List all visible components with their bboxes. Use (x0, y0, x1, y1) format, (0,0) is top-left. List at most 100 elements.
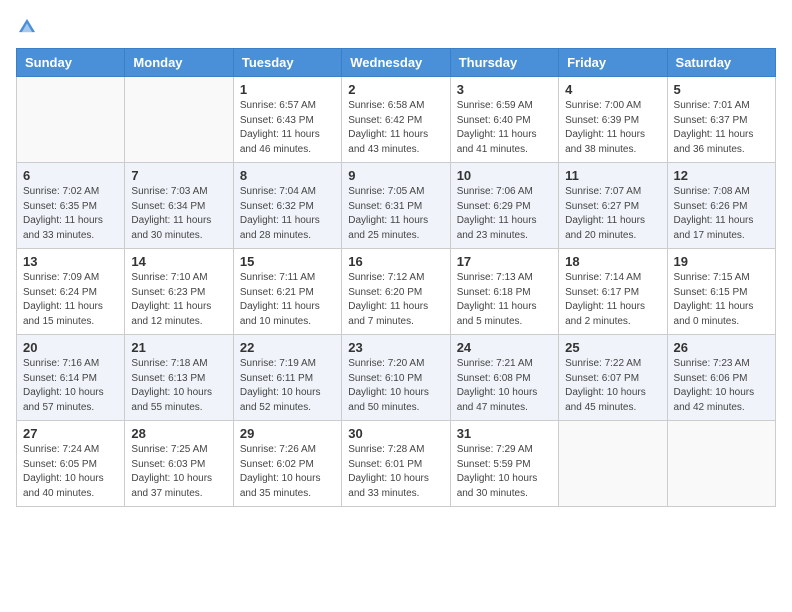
calendar-day (125, 77, 233, 163)
calendar-day: 30 Sunrise: 7:28 AM Sunset: 6:01 PM Dayli… (342, 421, 450, 507)
calendar-day: 16 Sunrise: 7:12 AM Sunset: 6:20 PM Dayli… (342, 249, 450, 335)
calendar-day: 31 Sunrise: 7:29 AM Sunset: 5:59 PM Dayli… (450, 421, 558, 507)
day-info: Sunrise: 7:14 AM Sunset: 6:17 PM Dayligh… (565, 271, 660, 329)
day-number: 10 (457, 168, 552, 183)
calendar-day: 7 Sunrise: 7:03 AM Sunset: 6:34 PM Daylig… (125, 163, 233, 249)
calendar-day: 8 Sunrise: 7:04 AM Sunset: 6:32 PM Daylig… (233, 163, 341, 249)
weekday-header-monday: Monday (125, 49, 233, 77)
day-info: Sunrise: 7:25 AM Sunset: 6:03 PM Dayligh… (131, 443, 226, 501)
day-number: 26 (674, 340, 769, 355)
calendar-day: 21 Sunrise: 7:18 AM Sunset: 6:13 PM Dayli… (125, 335, 233, 421)
day-number: 20 (23, 340, 118, 355)
calendar-day (559, 421, 667, 507)
calendar-day: 6Sunrise: 7:02 AM Sunset: 6:35 PM Daylig… (17, 163, 125, 249)
day-number: 28 (131, 426, 226, 441)
day-info: Sunrise: 7:01 AM Sunset: 6:37 PM Dayligh… (674, 99, 769, 157)
logo (16, 16, 42, 38)
calendar-day: 2 Sunrise: 6:58 AM Sunset: 6:42 PM Daylig… (342, 77, 450, 163)
day-number: 23 (348, 340, 443, 355)
calendar-week-2: 6Sunrise: 7:02 AM Sunset: 6:35 PM Daylig… (17, 163, 776, 249)
day-info: Sunrise: 7:15 AM Sunset: 6:15 PM Dayligh… (674, 271, 769, 329)
day-number: 4 (565, 82, 660, 97)
day-info: Sunrise: 7:07 AM Sunset: 6:27 PM Dayligh… (565, 185, 660, 243)
day-info: Sunrise: 7:03 AM Sunset: 6:34 PM Dayligh… (131, 185, 226, 243)
calendar-week-1: 1 Sunrise: 6:57 AM Sunset: 6:43 PM Daylig… (17, 77, 776, 163)
calendar-day: 19 Sunrise: 7:15 AM Sunset: 6:15 PM Dayli… (667, 249, 775, 335)
weekday-header-tuesday: Tuesday (233, 49, 341, 77)
day-number: 19 (674, 254, 769, 269)
calendar-day: 23 Sunrise: 7:20 AM Sunset: 6:10 PM Dayli… (342, 335, 450, 421)
day-info: Sunrise: 7:11 AM Sunset: 6:21 PM Dayligh… (240, 271, 335, 329)
day-number: 5 (674, 82, 769, 97)
calendar-day: 22 Sunrise: 7:19 AM Sunset: 6:11 PM Dayli… (233, 335, 341, 421)
day-number: 3 (457, 82, 552, 97)
day-info: Sunrise: 7:19 AM Sunset: 6:11 PM Dayligh… (240, 357, 335, 415)
calendar-day: 25 Sunrise: 7:22 AM Sunset: 6:07 PM Dayli… (559, 335, 667, 421)
calendar-day: 28 Sunrise: 7:25 AM Sunset: 6:03 PM Dayli… (125, 421, 233, 507)
day-number: 22 (240, 340, 335, 355)
day-info: Sunrise: 7:10 AM Sunset: 6:23 PM Dayligh… (131, 271, 226, 329)
calendar-day: 29Sunrise: 7:26 AM Sunset: 6:02 PM Dayli… (233, 421, 341, 507)
day-info: Sunrise: 7:18 AM Sunset: 6:13 PM Dayligh… (131, 357, 226, 415)
day-number: 11 (565, 168, 660, 183)
logo-icon (16, 16, 38, 38)
day-info: Sunrise: 7:13 AM Sunset: 6:18 PM Dayligh… (457, 271, 552, 329)
day-number: 15 (240, 254, 335, 269)
calendar-day (17, 77, 125, 163)
day-info: Sunrise: 7:23 AM Sunset: 6:06 PM Dayligh… (674, 357, 769, 415)
day-info: Sunrise: 6:59 AM Sunset: 6:40 PM Dayligh… (457, 99, 552, 157)
day-info: Sunrise: 7:00 AM Sunset: 6:39 PM Dayligh… (565, 99, 660, 157)
calendar-day: 13 Sunrise: 7:09 AM Sunset: 6:24 PM Dayli… (17, 249, 125, 335)
calendar-day: 18 Sunrise: 7:14 AM Sunset: 6:17 PM Dayli… (559, 249, 667, 335)
day-info: Sunrise: 7:08 AM Sunset: 6:26 PM Dayligh… (674, 185, 769, 243)
day-number: 12 (674, 168, 769, 183)
day-number: 6 (23, 168, 118, 183)
calendar-day: 14Sunrise: 7:10 AM Sunset: 6:23 PM Dayli… (125, 249, 233, 335)
day-info: Sunrise: 7:04 AM Sunset: 6:32 PM Dayligh… (240, 185, 335, 243)
day-info: Sunrise: 7:26 AM Sunset: 6:02 PM Dayligh… (240, 443, 335, 501)
calendar-day: 4 Sunrise: 7:00 AM Sunset: 6:39 PM Daylig… (559, 77, 667, 163)
calendar-day: 1 Sunrise: 6:57 AM Sunset: 6:43 PM Daylig… (233, 77, 341, 163)
day-number: 9 (348, 168, 443, 183)
day-number: 31 (457, 426, 552, 441)
day-number: 13 (23, 254, 118, 269)
calendar-table: SundayMondayTuesdayWednesdayThursdayFrid… (16, 48, 776, 507)
calendar-week-5: 27Sunrise: 7:24 AM Sunset: 6:05 PM Dayli… (17, 421, 776, 507)
weekday-header-row: SundayMondayTuesdayWednesdayThursdayFrid… (17, 49, 776, 77)
calendar-day: 3 Sunrise: 6:59 AM Sunset: 6:40 PM Daylig… (450, 77, 558, 163)
calendar-week-3: 13 Sunrise: 7:09 AM Sunset: 6:24 PM Dayli… (17, 249, 776, 335)
day-info: Sunrise: 7:09 AM Sunset: 6:24 PM Dayligh… (23, 271, 118, 329)
header (16, 16, 776, 38)
day-number: 24 (457, 340, 552, 355)
day-info: Sunrise: 7:29 AM Sunset: 5:59 PM Dayligh… (457, 443, 552, 501)
day-number: 16 (348, 254, 443, 269)
day-number: 1 (240, 82, 335, 97)
weekday-header-sunday: Sunday (17, 49, 125, 77)
weekday-header-wednesday: Wednesday (342, 49, 450, 77)
day-number: 2 (348, 82, 443, 97)
day-number: 30 (348, 426, 443, 441)
calendar-day: 12 Sunrise: 7:08 AM Sunset: 6:26 PM Dayli… (667, 163, 775, 249)
day-number: 27 (23, 426, 118, 441)
day-number: 18 (565, 254, 660, 269)
day-info: Sunrise: 6:58 AM Sunset: 6:42 PM Dayligh… (348, 99, 443, 157)
day-info: Sunrise: 7:20 AM Sunset: 6:10 PM Dayligh… (348, 357, 443, 415)
calendar-day: 10 Sunrise: 7:06 AM Sunset: 6:29 PM Dayli… (450, 163, 558, 249)
day-number: 7 (131, 168, 226, 183)
calendar-day: 5 Sunrise: 7:01 AM Sunset: 6:37 PM Daylig… (667, 77, 775, 163)
day-info: Sunrise: 7:28 AM Sunset: 6:01 PM Dayligh… (348, 443, 443, 501)
day-info: Sunrise: 7:12 AM Sunset: 6:20 PM Dayligh… (348, 271, 443, 329)
day-info: Sunrise: 6:57 AM Sunset: 6:43 PM Dayligh… (240, 99, 335, 157)
day-number: 25 (565, 340, 660, 355)
day-info: Sunrise: 7:21 AM Sunset: 6:08 PM Dayligh… (457, 357, 552, 415)
day-info: Sunrise: 7:06 AM Sunset: 6:29 PM Dayligh… (457, 185, 552, 243)
calendar-day: 9 Sunrise: 7:05 AM Sunset: 6:31 PM Daylig… (342, 163, 450, 249)
day-number: 21 (131, 340, 226, 355)
day-number: 8 (240, 168, 335, 183)
calendar-day: 26 Sunrise: 7:23 AM Sunset: 6:06 PM Dayli… (667, 335, 775, 421)
calendar-day: 17Sunrise: 7:13 AM Sunset: 6:18 PM Dayli… (450, 249, 558, 335)
calendar-day: 20Sunrise: 7:16 AM Sunset: 6:14 PM Dayli… (17, 335, 125, 421)
day-info: Sunrise: 7:05 AM Sunset: 6:31 PM Dayligh… (348, 185, 443, 243)
day-info: Sunrise: 7:22 AM Sunset: 6:07 PM Dayligh… (565, 357, 660, 415)
calendar-day: 24 Sunrise: 7:21 AM Sunset: 6:08 PM Dayli… (450, 335, 558, 421)
